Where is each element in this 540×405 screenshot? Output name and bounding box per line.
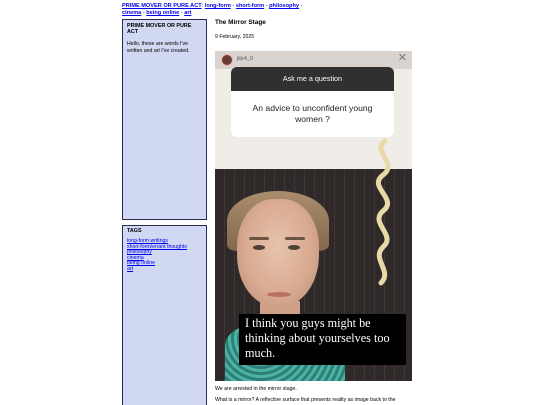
post-header: The Mirror Stage 9 February, 2025 <box>215 19 415 40</box>
nav-link-long-form[interactable]: long-form <box>205 3 231 9</box>
story-username: jkk4_0 <box>237 56 254 62</box>
left-brow <box>249 237 269 240</box>
about-title: PRIME MOVER OR PURE ACT <box>127 23 192 35</box>
post-paragraph: What is a mirror? A reflective surface t… <box>215 397 396 403</box>
post-paragraph: We are arrested in the mirror stage. <box>215 386 297 392</box>
post-title: The Mirror Stage <box>215 19 266 26</box>
nav-link-art[interactable]: art <box>184 10 191 16</box>
right-brow <box>285 237 305 240</box>
mouth <box>267 292 291 297</box>
right-eye <box>288 245 300 250</box>
tags-panel: TAGS long-form writings short-form/erran… <box>122 225 207 405</box>
left-eye <box>253 245 265 250</box>
snake-sculpture-icon <box>375 138 391 286</box>
question-card-header: Ask me a question <box>231 67 394 91</box>
tags-title: TAGS <box>127 228 142 234</box>
nav-link-cinema[interactable]: cinema <box>122 10 141 16</box>
face-shape <box>237 199 319 307</box>
question-card: Ask me a question An advice to unconfide… <box>231 67 394 137</box>
question-card-text: An advice to unconfident young women ? <box>252 103 373 124</box>
about-panel: PRIME MOVER OR PURE ACT Hello, these are… <box>122 19 207 220</box>
tag-art[interactable]: art <box>127 266 202 273</box>
post-date: 9 February, 2025 <box>215 34 255 40</box>
nav-link-being-online[interactable]: being online <box>146 10 179 16</box>
story-screenshot-image: jkk4_0 ✕ Ask me a question An advice to … <box>215 51 412 381</box>
story-caption: I think you guys might be thinking about… <box>239 314 406 365</box>
avatar <box>221 54 233 66</box>
nav-link-philosophy[interactable]: philosophy <box>269 3 299 9</box>
tag-list: long-form writings short-form/errant tho… <box>123 236 206 273</box>
about-text: Hello, these are words I've written and … <box>127 41 190 54</box>
top-navigation: PRIME MOVER OR PURE ACT: long-form - sho… <box>122 3 303 16</box>
site-title-link[interactable]: PRIME MOVER OR PURE ACT <box>122 3 202 9</box>
close-icon: ✕ <box>397 52 407 64</box>
nav-link-short-form[interactable]: short-form <box>236 3 264 9</box>
